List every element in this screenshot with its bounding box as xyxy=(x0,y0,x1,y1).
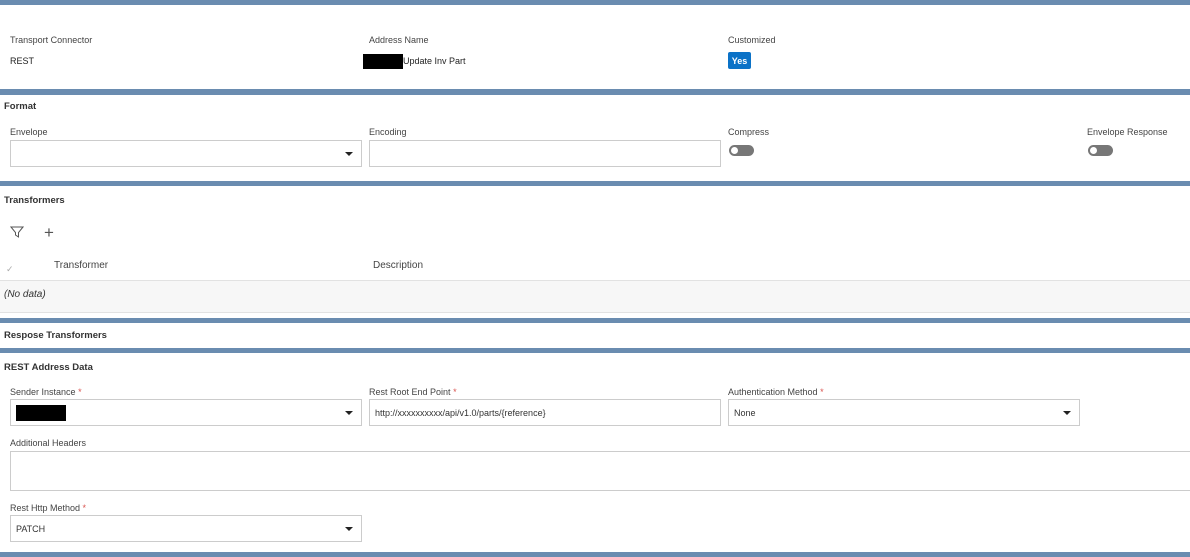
column-header-transformer[interactable]: Transformer xyxy=(54,260,108,271)
section-divider xyxy=(0,181,1190,186)
http-method-label: Rest Http Method * xyxy=(10,503,86,513)
format-section-title: Format xyxy=(4,101,37,112)
http-method-select[interactable]: PATCH xyxy=(10,515,362,542)
filter-icon[interactable] xyxy=(9,225,26,243)
section-divider xyxy=(0,552,1190,557)
address-name-value: Update Inv Part xyxy=(403,56,466,66)
additional-headers-textarea[interactable] xyxy=(10,451,1190,491)
section-divider xyxy=(0,89,1190,95)
select-all-check-icon[interactable]: ✓ xyxy=(6,264,14,275)
auth-method-select[interactable]: None xyxy=(728,399,1080,426)
chevron-down-icon xyxy=(1063,411,1071,415)
customized-label: Customized xyxy=(728,35,776,45)
section-divider xyxy=(0,0,1190,5)
sender-instance-label-text: Sender Instance xyxy=(10,387,76,397)
customized-badge: Yes xyxy=(728,52,751,69)
required-mark: * xyxy=(78,387,82,397)
rest-root-label: Rest Root End Point * xyxy=(369,387,457,397)
rest-root-label-text: Rest Root End Point xyxy=(369,387,451,397)
response-transformers-section-title: Respose Transformers xyxy=(4,330,107,341)
envelope-response-toggle[interactable] xyxy=(1088,145,1113,156)
auth-method-label: Authentication Method * xyxy=(728,387,824,397)
rest-root-input[interactable]: http://xxxxxxxxxx/api/v1.0/parts/{refere… xyxy=(369,399,721,426)
compress-toggle[interactable] xyxy=(729,145,754,156)
encoding-input[interactable] xyxy=(369,140,721,167)
add-icon[interactable]: + xyxy=(38,222,60,244)
transport-connector-label: Transport Connector xyxy=(10,35,93,45)
transport-connector-value: REST xyxy=(10,56,35,66)
no-data-text: (No data) xyxy=(4,289,46,300)
auth-method-value: None xyxy=(734,407,756,418)
transformers-section-title: Transformers xyxy=(4,195,65,206)
section-divider xyxy=(0,318,1190,323)
auth-method-label-text: Authentication Method xyxy=(728,387,818,397)
required-mark: * xyxy=(82,503,87,513)
chevron-down-icon xyxy=(345,527,353,531)
address-name-label: Address Name xyxy=(369,35,429,45)
encoding-label: Encoding xyxy=(369,127,407,137)
envelope-response-label: Envelope Response xyxy=(1087,127,1168,137)
section-divider xyxy=(0,348,1190,353)
table-empty-row: (No data) xyxy=(0,280,1190,313)
required-mark: * xyxy=(820,387,824,397)
envelope-label: Envelope xyxy=(10,127,48,137)
sender-instance-select[interactable] xyxy=(10,399,362,426)
chevron-down-icon xyxy=(345,152,353,156)
sender-instance-label: Sender Instance * xyxy=(10,387,82,397)
additional-headers-label: Additional Headers xyxy=(10,438,87,448)
envelope-select[interactable] xyxy=(10,140,362,167)
rest-address-section-title: REST Address Data xyxy=(4,362,93,373)
http-method-value: PATCH xyxy=(16,523,46,534)
chevron-down-icon xyxy=(345,411,353,415)
redacted-block xyxy=(363,54,403,69)
redacted-block xyxy=(16,405,66,421)
http-method-label-text: Rest Http Method xyxy=(10,503,81,513)
required-mark: * xyxy=(453,387,457,397)
compress-label: Compress xyxy=(728,127,770,137)
column-header-description[interactable]: Description xyxy=(373,260,423,271)
